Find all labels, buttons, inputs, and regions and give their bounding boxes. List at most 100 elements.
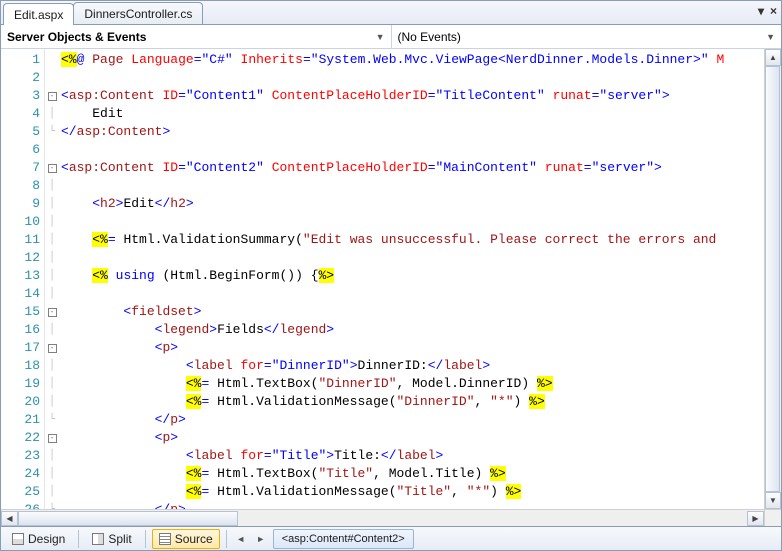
- code-line[interactable]: <legend>Fields</legend>: [61, 321, 764, 339]
- horizontal-scroll-track[interactable]: [18, 511, 747, 526]
- code-line[interactable]: [61, 69, 764, 87]
- horizontal-scrollbar[interactable]: ◀ ▶: [1, 509, 764, 526]
- code-line[interactable]: <%@ Page Language="C#" Inherits="System.…: [61, 51, 764, 69]
- tab-edit-aspx[interactable]: Edit.aspx: [3, 3, 74, 25]
- design-view-button[interactable]: Design: [5, 529, 72, 549]
- vertical-scroll-track[interactable]: [765, 66, 781, 492]
- code-line[interactable]: </asp:Content>: [61, 123, 764, 141]
- line-number-gutter: 1234567891011121314151617181920212223242…: [1, 49, 45, 509]
- breadcrumb-tag[interactable]: <asp:Content#Content2>: [273, 529, 414, 549]
- code-line[interactable]: [61, 213, 764, 231]
- source-view-button[interactable]: Source: [152, 529, 220, 549]
- code-text[interactable]: <%@ Page Language="C#" Inherits="System.…: [59, 49, 764, 509]
- fold-marker: │: [45, 483, 59, 501]
- line-number: 3: [1, 87, 40, 105]
- code-line[interactable]: <asp:Content ID="Content1" ContentPlaceH…: [61, 87, 764, 105]
- scroll-right-button[interactable]: ▶: [747, 511, 764, 526]
- fold-marker: │: [45, 213, 59, 231]
- active-files-dropdown-icon[interactable]: ▾: [758, 4, 764, 18]
- fold-marker[interactable]: -: [45, 87, 59, 105]
- navigation-bar: Server Objects & Events ▼ (No Events) ▼: [1, 25, 781, 49]
- line-number: 24: [1, 465, 40, 483]
- split-view-label: Split: [108, 532, 131, 546]
- split-view-button[interactable]: Split: [85, 529, 138, 549]
- fold-marker: │: [45, 321, 59, 339]
- tab-dinnerscontroller[interactable]: DinnersController.cs: [73, 2, 203, 24]
- close-icon[interactable]: ×: [770, 4, 777, 18]
- document-tabstrip: Edit.aspx DinnersController.cs ▾ ×: [1, 1, 781, 25]
- separator: [145, 530, 146, 548]
- outlining-margin[interactable]: -│└-│││││││-│-│││└-│││└: [45, 49, 59, 509]
- vertical-scrollbar[interactable]: ▲ ▼: [764, 49, 781, 509]
- code-line[interactable]: <fieldset>: [61, 303, 764, 321]
- code-line[interactable]: <label for="Title">Title:</label>: [61, 447, 764, 465]
- line-number: 25: [1, 483, 40, 501]
- line-number: 1: [1, 51, 40, 69]
- source-view-label: Source: [175, 532, 213, 546]
- code-line[interactable]: <%= Html.ValidationMessage("DinnerID", "…: [61, 393, 764, 411]
- code-line[interactable]: <label for="DinnerID">DinnerID:</label>: [61, 357, 764, 375]
- fold-marker[interactable]: -: [45, 303, 59, 321]
- line-number: 13: [1, 267, 40, 285]
- code-line[interactable]: <%= Html.ValidationSummary("Edit was uns…: [61, 231, 764, 249]
- code-line[interactable]: <p>: [61, 339, 764, 357]
- fold-marker: │: [45, 267, 59, 285]
- fold-marker[interactable]: -: [45, 429, 59, 447]
- code-line[interactable]: <p>: [61, 429, 764, 447]
- horizontal-scroll-thumb[interactable]: [18, 511, 238, 526]
- view-switcher-bar: Design Split Source ◄ ► <asp:Content#Con…: [1, 526, 781, 550]
- code-line[interactable]: </p>: [61, 501, 764, 509]
- line-number: 15: [1, 303, 40, 321]
- line-number: 26: [1, 501, 40, 509]
- code-line[interactable]: <h2>Edit</h2>: [61, 195, 764, 213]
- line-number: 6: [1, 141, 40, 159]
- line-number: 16: [1, 321, 40, 339]
- code-line[interactable]: <%= Html.TextBox("DinnerID", Model.Dinne…: [61, 375, 764, 393]
- code-line[interactable]: <% using (Html.BeginForm()) {%>: [61, 267, 764, 285]
- breadcrumb-next-button[interactable]: ►: [253, 530, 269, 548]
- code-editor-area: 1234567891011121314151617181920212223242…: [1, 49, 781, 509]
- code-line[interactable]: [61, 177, 764, 195]
- split-icon: [92, 533, 104, 545]
- fold-marker[interactable]: -: [45, 339, 59, 357]
- fold-marker: └: [45, 411, 59, 429]
- line-number: 5: [1, 123, 40, 141]
- code-line[interactable]: Edit: [61, 105, 764, 123]
- line-number: 7: [1, 159, 40, 177]
- design-icon: [12, 533, 24, 545]
- fold-marker: └: [45, 123, 59, 141]
- line-number: 8: [1, 177, 40, 195]
- line-number: 9: [1, 195, 40, 213]
- line-number: 17: [1, 339, 40, 357]
- objects-dropdown[interactable]: Server Objects & Events ▼: [1, 25, 392, 48]
- fold-marker[interactable]: -: [45, 159, 59, 177]
- scroll-left-button[interactable]: ◀: [1, 511, 18, 526]
- editor-window: Edit.aspx DinnersController.cs ▾ × Serve…: [0, 0, 782, 551]
- code-line[interactable]: <asp:Content ID="Content2" ContentPlaceH…: [61, 159, 764, 177]
- fold-marker: │: [45, 231, 59, 249]
- fold-marker: [45, 69, 59, 87]
- fold-marker: [45, 141, 59, 159]
- chevron-down-icon: ▼: [376, 32, 385, 42]
- events-dropdown[interactable]: (No Events) ▼: [392, 25, 782, 48]
- separator: [226, 530, 227, 548]
- code-line[interactable]: [61, 141, 764, 159]
- tab-label: DinnersController.cs: [84, 7, 192, 21]
- line-number: 2: [1, 69, 40, 87]
- scroll-down-button[interactable]: ▼: [765, 492, 781, 509]
- line-number: 10: [1, 213, 40, 231]
- line-number: 20: [1, 393, 40, 411]
- vertical-scroll-thumb[interactable]: [765, 66, 780, 492]
- code-line[interactable]: [61, 249, 764, 267]
- code-line[interactable]: [61, 285, 764, 303]
- scroll-up-button[interactable]: ▲: [765, 49, 781, 66]
- code-line[interactable]: <%= Html.ValidationMessage("Title", "*")…: [61, 483, 764, 501]
- fold-marker: │: [45, 375, 59, 393]
- fold-marker: [45, 51, 59, 69]
- line-number: 22: [1, 429, 40, 447]
- code-line[interactable]: <%= Html.TextBox("Title", Model.Title) %…: [61, 465, 764, 483]
- code-line[interactable]: </p>: [61, 411, 764, 429]
- fold-marker: │: [45, 195, 59, 213]
- objects-dropdown-label: Server Objects & Events: [7, 30, 146, 44]
- breadcrumb-prev-button[interactable]: ◄: [233, 530, 249, 548]
